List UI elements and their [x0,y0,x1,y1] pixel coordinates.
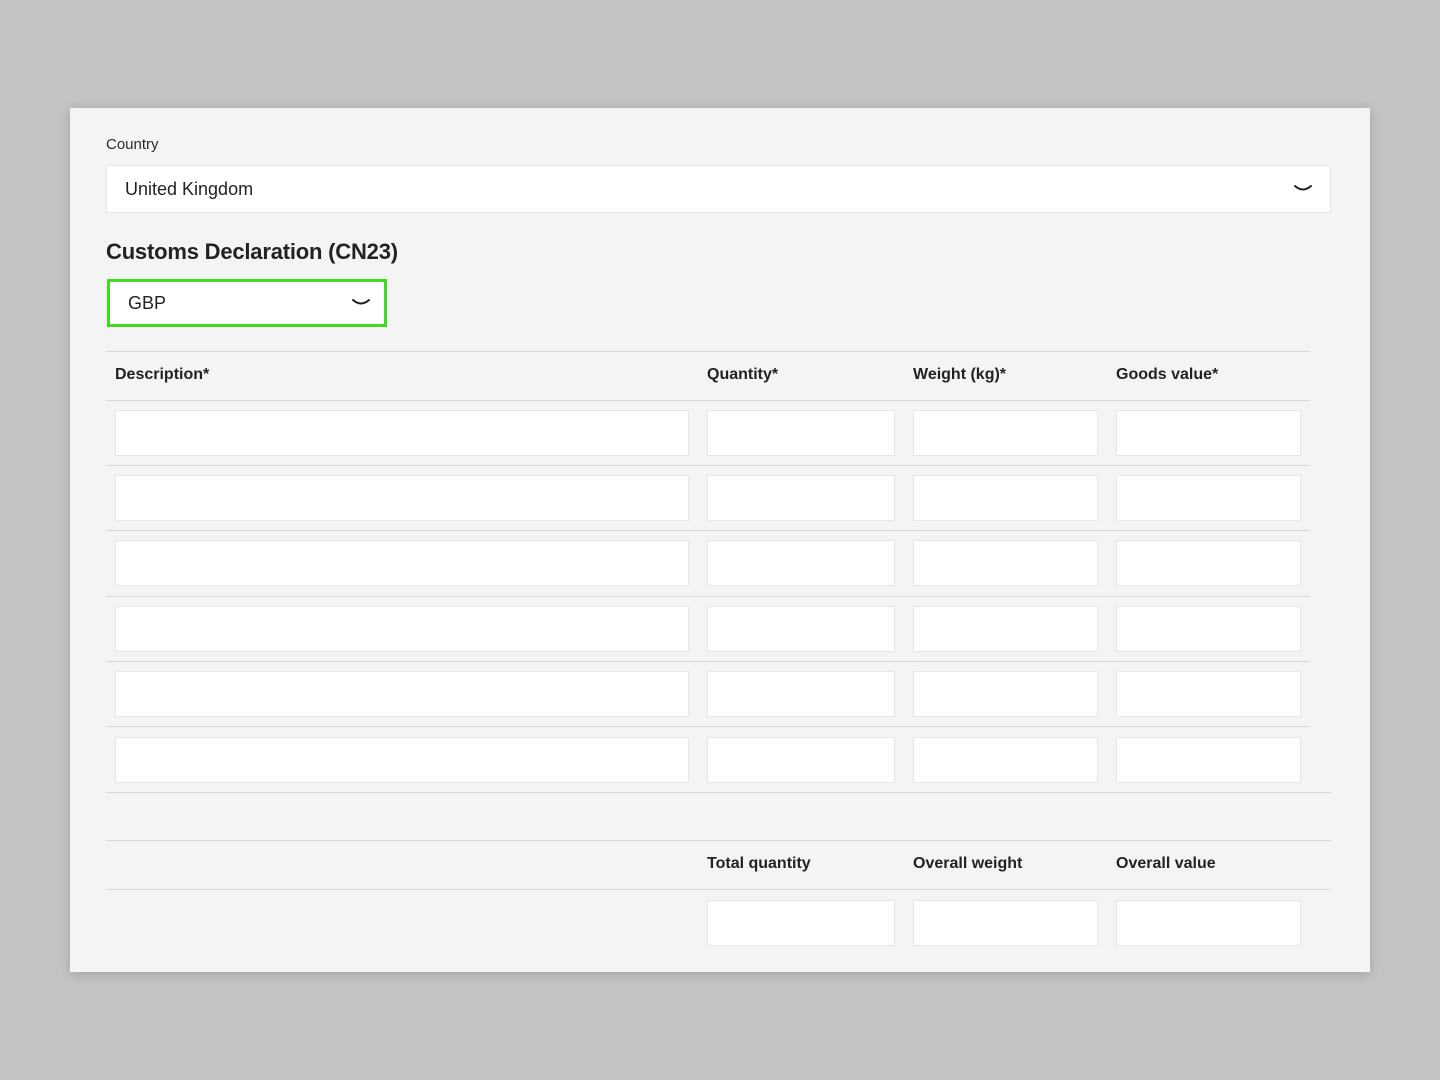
weight-field[interactable] [914,738,1097,782]
header-divider [106,400,1310,401]
value-field[interactable] [1117,411,1300,455]
total-quantity-input[interactable] [707,900,895,946]
quantity-field[interactable] [708,411,894,455]
weight-field[interactable] [914,672,1097,716]
weight-input-3[interactable] [913,540,1098,586]
country-label: Country [106,136,159,153]
quantity-input-2[interactable] [707,475,895,521]
row-divider [106,596,1310,597]
value-input-3[interactable] [1116,540,1301,586]
country-select[interactable]: United Kingdom [106,165,1331,213]
overall-value-input[interactable] [1116,900,1301,946]
overall-weight-input[interactable] [913,900,1098,946]
table-bottom-divider [106,792,1331,793]
quantity-field[interactable] [708,738,894,782]
weight-input-4[interactable] [913,606,1098,652]
quantity-input-6[interactable] [707,737,895,783]
description-input-3[interactable] [115,540,689,586]
quantity-input-4[interactable] [707,606,895,652]
quantity-field[interactable] [708,607,894,651]
value-field[interactable] [1117,607,1300,651]
description-field[interactable] [116,476,688,520]
description-field[interactable] [116,541,688,585]
country-select-value: United Kingdom [125,178,254,199]
weight-input-2[interactable] [913,475,1098,521]
weight-input-1[interactable] [913,410,1098,456]
header-goods-value: Goods value* [1116,366,1219,383]
overall-value-field[interactable] [1117,901,1300,945]
header-total-quantity: Total quantity [707,855,811,872]
description-field[interactable] [116,411,688,455]
quantity-input-1[interactable] [707,410,895,456]
description-input-1[interactable] [115,410,689,456]
totals-top-divider [106,840,1331,841]
description-input-5[interactable] [115,671,689,717]
value-input-4[interactable] [1116,606,1301,652]
quantity-field[interactable] [708,476,894,520]
description-field[interactable] [116,607,688,651]
table-top-divider [106,351,1310,352]
row-divider [106,530,1310,531]
header-description: Description* [115,366,210,383]
total-quantity-field[interactable] [708,901,894,945]
chevron-down-icon [1294,185,1312,191]
quantity-input-5[interactable] [707,671,895,717]
weight-input-5[interactable] [913,671,1098,717]
weight-field[interactable] [914,411,1097,455]
customs-form-card: Country United Kingdom Customs Declarati… [70,108,1370,972]
header-overall-value: Overall value [1116,855,1216,872]
weight-field[interactable] [914,607,1097,651]
row-divider [106,661,1310,662]
currency-select-value: GBP [128,292,167,313]
weight-field[interactable] [914,476,1097,520]
description-field[interactable] [116,672,688,716]
value-input-1[interactable] [1116,410,1301,456]
value-field[interactable] [1117,541,1300,585]
value-input-2[interactable] [1116,475,1301,521]
chevron-down-icon [352,299,370,305]
header-overall-weight: Overall weight [913,855,1023,872]
header-quantity: Quantity* [707,366,779,383]
value-input-6[interactable] [1116,737,1301,783]
weight-field[interactable] [914,541,1097,585]
row-divider [106,726,1310,727]
description-field[interactable] [116,738,688,782]
quantity-field[interactable] [708,541,894,585]
description-input-2[interactable] [115,475,689,521]
currency-select[interactable]: GBP [107,279,387,327]
value-field[interactable] [1117,738,1300,782]
quantity-field[interactable] [708,672,894,716]
weight-input-6[interactable] [913,737,1098,783]
value-field[interactable] [1117,476,1300,520]
row-divider [106,465,1310,466]
quantity-input-3[interactable] [707,540,895,586]
description-input-6[interactable] [115,737,689,783]
value-field[interactable] [1117,672,1300,716]
section-title: Customs Declaration (CN23) [106,239,398,264]
overall-weight-field[interactable] [914,901,1097,945]
description-input-4[interactable] [115,606,689,652]
totals-header-divider [106,889,1331,890]
value-input-5[interactable] [1116,671,1301,717]
header-weight: Weight (kg)* [913,366,1007,383]
